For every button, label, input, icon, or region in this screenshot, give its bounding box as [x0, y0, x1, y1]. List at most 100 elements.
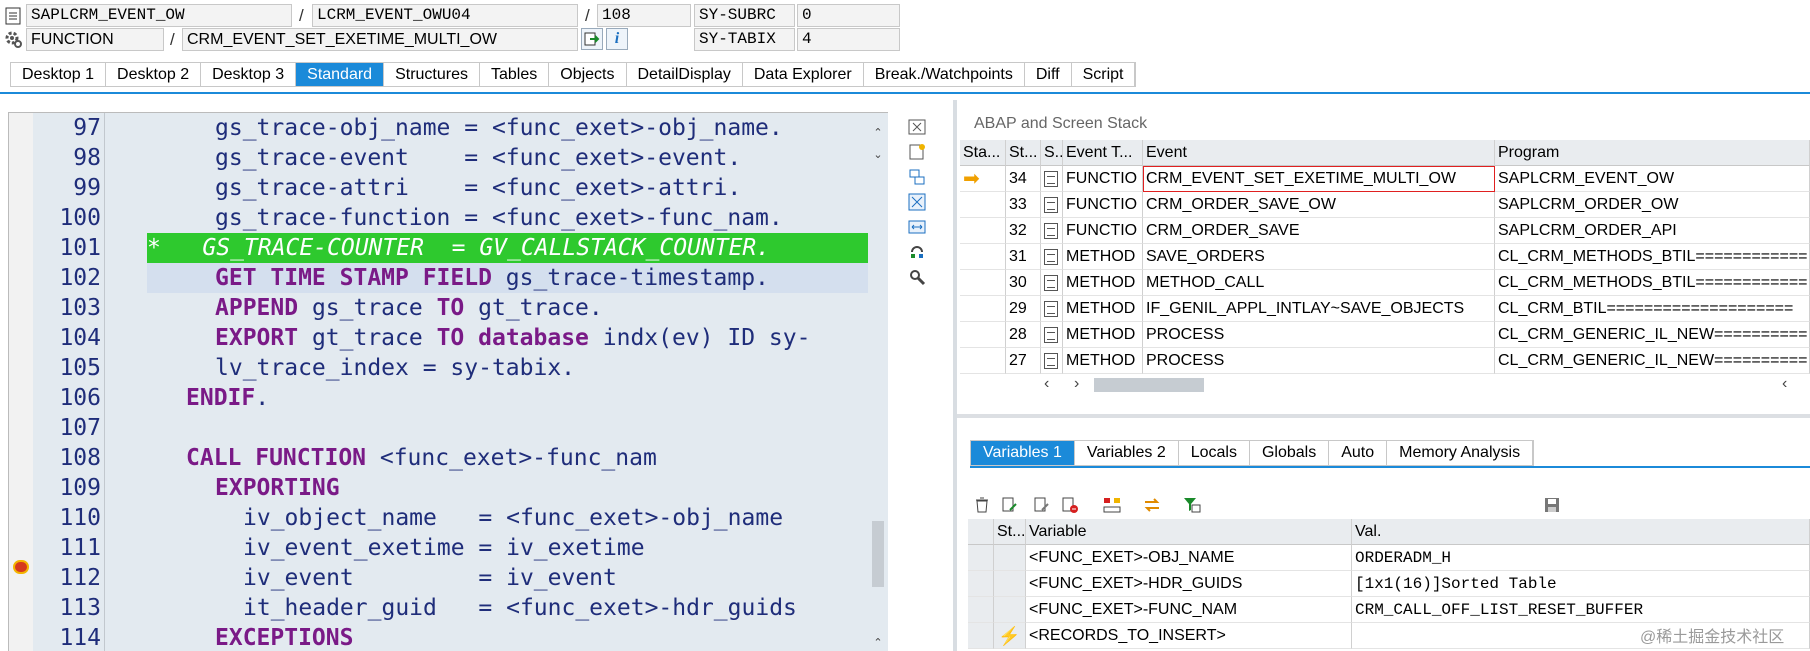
line-number: 98 [73, 145, 101, 171]
resize-tool-icon[interactable] [906, 217, 928, 237]
scroll-left-icon[interactable]: ‹ [1782, 375, 1787, 393]
tab-detaildisplay[interactable]: DetailDisplay [626, 63, 743, 86]
row-selector[interactable] [968, 623, 994, 649]
col-event-type[interactable]: Event T... [1063, 140, 1143, 166]
col-variable[interactable]: Variable [1026, 519, 1352, 545]
close-tool-icon[interactable] [906, 117, 928, 137]
lightning-icon: ⚡ [994, 623, 1026, 649]
event-type: FUNCTIO [1063, 192, 1143, 218]
scroll-right-icon[interactable]: › [1074, 375, 1079, 393]
code-text: iv_event = iv_event [243, 565, 617, 591]
col-level[interactable]: St... [1006, 140, 1041, 166]
delete-icon[interactable] [970, 494, 994, 516]
filter-icon[interactable] [1180, 494, 1204, 516]
list-edit-icon[interactable] [998, 494, 1022, 516]
pane-splitter[interactable] [957, 414, 1810, 418]
source-editor[interactable]: 97 98 99 100 101 102 103 104 105 106 107… [8, 112, 888, 651]
program-name: CL_CRM_METHODS_BTIL============ [1495, 244, 1810, 270]
tab-standard[interactable]: Standard [296, 63, 385, 86]
tab-locals[interactable]: Locals [1178, 441, 1250, 465]
code-line: gs_trace-event = <func_exet>-event. [125, 143, 868, 173]
maximize-tool-icon[interactable] [906, 192, 928, 212]
tabix-value[interactable]: 4 [797, 28, 900, 51]
structure-icon[interactable] [1100, 494, 1124, 516]
tab-data-explorer[interactable]: Data Explorer [742, 63, 864, 86]
program-field[interactable]: SAPLCRM_EVENT_OW [26, 4, 292, 27]
variable-name-input[interactable]: <FUNC_EXET>-FUNC_NAM [1026, 597, 1352, 623]
code-text: gt_trace [298, 325, 437, 351]
proc-type-field[interactable]: FUNCTION [26, 28, 164, 51]
proc-name-field[interactable]: CRM_EVENT_SET_EXETIME_MULTI_OW [182, 28, 578, 51]
tab-diff[interactable]: Diff [1024, 63, 1072, 86]
program-name: CL_CRM_BTIL==================== [1495, 296, 1810, 322]
row-selector[interactable] [968, 545, 994, 571]
list-edit-2-icon[interactable] [1030, 494, 1054, 516]
tab-objects[interactable]: Objects [549, 63, 627, 86]
save-icon[interactable] [1540, 494, 1564, 516]
swap-icon[interactable] [1140, 494, 1164, 516]
line-field[interactable]: 108 [597, 4, 691, 27]
line-number: 100 [59, 205, 101, 231]
variable-name-input[interactable]: <FUNC_EXET>-HDR_GUIDS [1026, 571, 1352, 597]
stack-horizontal-scrollbar[interactable]: ‹ › ‹ [1040, 374, 1810, 396]
goto-source-button[interactable] [581, 28, 603, 50]
event-type: METHOD [1063, 270, 1143, 296]
row-selector[interactable] [968, 571, 994, 597]
tab-script[interactable]: Script [1071, 63, 1136, 86]
settings-tool-icon[interactable] [906, 267, 928, 287]
pane-splitter[interactable] [953, 100, 957, 651]
tab-auto[interactable]: Auto [1329, 441, 1388, 465]
tab-desktop-1[interactable]: Desktop 1 [11, 63, 107, 86]
code-text: gs_trace-obj_name = <func_exet>-obj_name… [215, 115, 783, 141]
row-selector[interactable] [968, 597, 994, 623]
col-s[interactable]: S... [1041, 140, 1063, 166]
code-line: gs_trace-function = <func_exet>-func_nam… [125, 203, 868, 233]
stack-panel-title: ABAP and Screen Stack [974, 115, 1148, 132]
col-value[interactable]: Val. [1352, 519, 1810, 545]
row-selector[interactable] [968, 519, 994, 545]
comment-line-highlighted: * GS_TRACE-COUNTER = GV_CALLSTACK_COUNTE… [147, 233, 868, 263]
refresh-tool-icon[interactable] [906, 242, 928, 262]
info-button[interactable]: i [606, 28, 628, 50]
col-event[interactable]: Event [1143, 140, 1495, 166]
tab-variables-2[interactable]: Variables 2 [1074, 441, 1179, 465]
stack-scroll-thumb[interactable] [1094, 378, 1204, 392]
variable-value[interactable]: [1x1(16)]Sorted Table [1352, 571, 1810, 597]
tab-globals[interactable]: Globals [1249, 441, 1330, 465]
subrc-value[interactable]: 0 [797, 4, 900, 27]
tab-memory-analysis[interactable]: Memory Analysis [1387, 441, 1534, 465]
scroll-left-icon[interactable]: ‹ [1044, 375, 1049, 393]
event-type: METHOD [1063, 348, 1143, 374]
code-text: . [255, 385, 270, 411]
line-number: 109 [59, 475, 101, 501]
swap-tool-icon[interactable] [906, 167, 928, 187]
tab-variables-1[interactable]: Variables 1 [971, 441, 1075, 465]
list-remove-icon[interactable] [1058, 494, 1082, 516]
col-status[interactable]: St... [994, 519, 1026, 545]
col-status[interactable]: Sta... [960, 140, 1006, 166]
code-text: indx(ev) ID sy- [588, 325, 811, 351]
code-line: EXCEPTIONS [125, 623, 868, 651]
tab-breakpoints[interactable]: Break./Watchpoints [863, 63, 1025, 86]
include-field[interactable]: LCRM_EVENT_OWU04 [312, 4, 578, 27]
event-name: SAVE_ORDERS [1143, 244, 1495, 270]
variable-name-input[interactable]: <FUNC_EXET>-OBJ_NAME [1026, 545, 1352, 571]
scroll-up-icon[interactable]: ⌃ [872, 637, 884, 649]
variable-value[interactable]: CRM_CALL_OFF_LIST_RESET_BUFFER [1352, 597, 1810, 623]
variable-value[interactable]: ORDERADM_H [1352, 545, 1810, 571]
tab-desktop-2[interactable]: Desktop 2 [106, 63, 202, 86]
variable-name-input[interactable]: <RECORDS_TO_INSERT> [1026, 623, 1352, 649]
event-type: METHOD [1063, 244, 1143, 270]
tab-desktop-3[interactable]: Desktop 3 [201, 63, 297, 86]
col-program[interactable]: Program [1495, 140, 1810, 166]
scroll-up-icon[interactable]: ⌃ [872, 127, 884, 139]
breakpoint-icon[interactable] [13, 560, 29, 574]
code-keyword: TO database [436, 325, 589, 351]
status-cell [960, 270, 1006, 296]
scroll-down-icon[interactable]: ⌄ [872, 149, 884, 161]
tab-structures[interactable]: Structures [384, 63, 480, 86]
new-tool-icon[interactable] [906, 142, 928, 162]
tab-tables[interactable]: Tables [480, 63, 550, 86]
editor-scroll-thumb[interactable] [872, 521, 884, 587]
